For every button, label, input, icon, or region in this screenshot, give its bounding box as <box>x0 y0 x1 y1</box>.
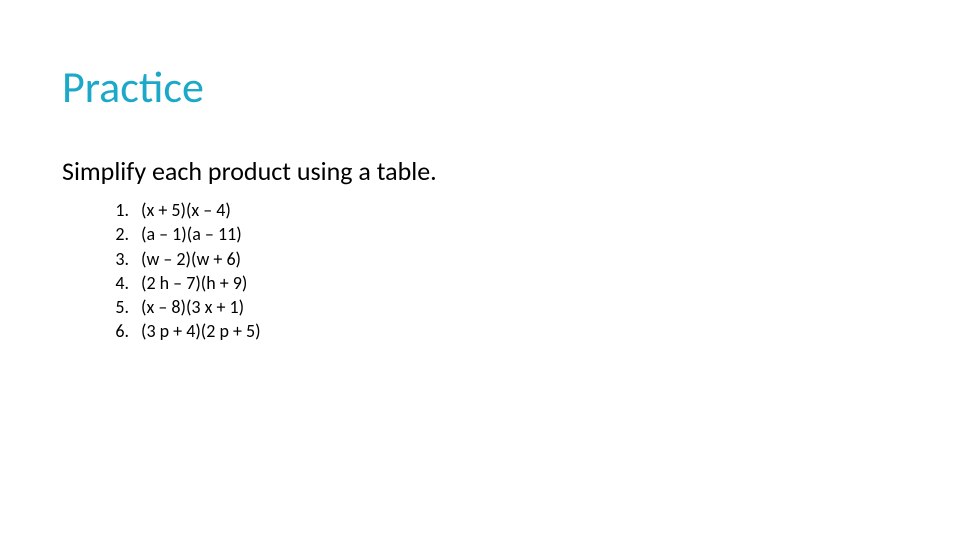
item-number: 6. <box>95 319 141 343</box>
item-number: 4. <box>95 271 141 295</box>
list-item: 3. (w – 2)(w + 6) <box>95 247 261 271</box>
item-expression: (2 h – 7)(h + 9) <box>141 271 247 295</box>
list-item: 1. (x + 5)(x – 4) <box>95 198 261 222</box>
list-item: 4. (2 h – 7)(h + 9) <box>95 271 261 295</box>
item-number: 5. <box>95 295 141 319</box>
list-item: 5. (x – 8)(3 x + 1) <box>95 295 261 319</box>
page-title: Practice <box>62 60 204 114</box>
item-expression: (w – 2)(w + 6) <box>141 247 241 271</box>
item-expression: (a – 1)(a – 11) <box>141 222 242 246</box>
instruction-text: Simplify each product using a table. <box>62 155 437 187</box>
item-number: 3. <box>95 247 141 271</box>
item-number: 1. <box>95 198 141 222</box>
item-expression: (3 p + 4)(2 p + 5) <box>141 319 261 343</box>
problem-list: 1. (x + 5)(x – 4) 2. (a – 1)(a – 11) 3. … <box>95 198 261 344</box>
list-item: 6. (3 p + 4)(2 p + 5) <box>95 319 261 343</box>
slide: Practice Simplify each product using a t… <box>0 0 960 540</box>
item-expression: (x + 5)(x – 4) <box>141 198 231 222</box>
item-number: 2. <box>95 222 141 246</box>
list-item: 2. (a – 1)(a – 11) <box>95 222 261 246</box>
item-expression: (x – 8)(3 x + 1) <box>141 295 244 319</box>
